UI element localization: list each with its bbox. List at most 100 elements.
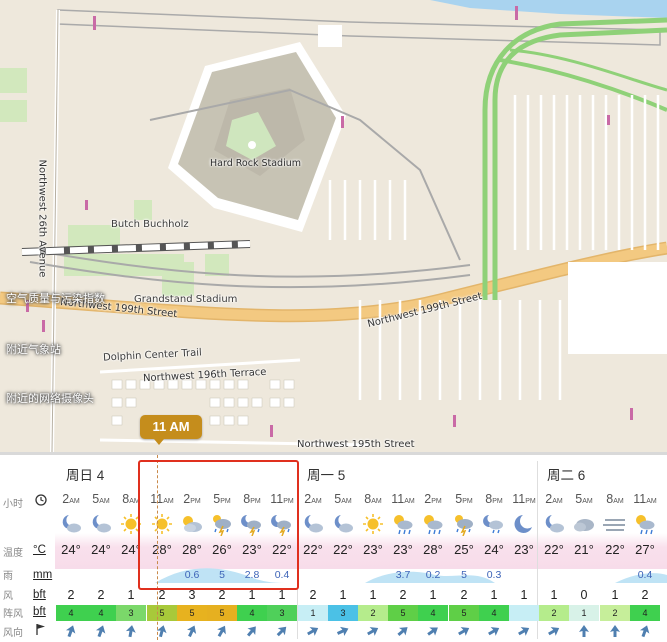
wind-direction-arrow-icon [56,623,86,639]
temperature-value: 24° [61,542,81,557]
hard-rock-stadium-label: Hard Rock Stadium [210,158,302,169]
air-quality-link[interactable]: 空气质量与污染指数 [6,290,105,306]
wind-value: 2 [641,588,649,602]
night-partly-cloudy-icon [298,512,328,536]
temperature-value: 21° [574,542,594,557]
hour-row-label: 小时 [3,499,23,510]
nw-26th-avenue-label: Northwest 26th Avenue [36,159,48,278]
gust-value: 4 [630,605,660,621]
gust-unit[interactable]: bft [33,606,46,618]
wind-direction-arrow-icon [358,623,388,639]
nw-195th-street-label: Northwest 195th Street [297,439,415,450]
day-label-monday: 周一 5 [307,468,346,483]
wind-direction-arrow-icon [207,623,237,639]
rain-value: 0.4 [637,569,653,581]
sun-rain-icon [418,512,448,536]
hour-period: PM [431,498,442,505]
temperature-value: 28° [423,542,443,557]
wind-direction-arrow-icon [630,623,660,639]
temperature-value: 22° [605,542,625,557]
wind-direction-arrow-icon [177,623,207,639]
flag-icon [36,624,45,635]
temperature-value: 23° [393,542,413,557]
hour-label: 2AM [539,492,569,506]
wind-value: 1 [339,588,347,602]
clock-icon [35,494,47,506]
hour-label: 11AM [630,492,660,506]
wind-value: 3 [188,588,196,602]
hour-label: 8AM [358,492,388,506]
nearby-webcams-link[interactable]: 附近的网络摄像头 [6,390,94,406]
hour-number: 11 [633,492,647,506]
wind-direction-arrow-icon [86,623,116,639]
gust-value: 4 [237,605,267,621]
wind-value: 1 [490,588,498,602]
wind-direction-arrow-icon [509,623,539,639]
rain-unit[interactable]: mm [33,569,52,581]
wind-value: 2 [309,588,317,602]
night-partly-cloudy-icon [328,512,358,536]
wind-value: 2 [218,588,226,602]
wind-value: 1 [127,588,135,602]
cloudy-icon [569,512,599,536]
gust-value: 5 [449,605,479,621]
hour-period: PM [462,498,473,505]
night-rain-icon [479,512,509,536]
hour-label: 8PM [479,492,509,506]
gust-value: 2 [600,605,630,621]
hour-period: AM [552,498,563,505]
selected-time-range[interactable] [138,460,299,590]
wind-value: 1 [369,588,377,602]
night-partly-cloudy-icon [56,512,86,536]
wind-direction-arrow-icon [569,623,599,639]
wind-value: 2 [67,588,75,602]
hour-period: AM [613,498,624,505]
wind-direction-arrow-icon [449,623,479,639]
hour-period: PM [492,498,503,505]
wind-value: 1 [611,588,619,602]
hour-period: AM [99,498,110,505]
hour-period: AM [311,498,322,505]
hour-period: AM [646,498,657,505]
gust-value: 4 [418,605,448,621]
temperature-value: 24° [484,542,504,557]
hour-period: AM [371,498,382,505]
gust-value: 4 [56,605,86,621]
hour-label: 5AM [86,492,116,506]
wind-direction-arrow-icon [237,623,267,639]
temp-unit[interactable]: °C [33,544,46,556]
wind-value: 1 [550,588,558,602]
sunny-icon [358,512,388,536]
gust-value: 1 [298,605,328,621]
wind-direction-arrow-icon [328,623,358,639]
forecast-panel: 周日 4 周一 5 周二 6 小时 温度 °C 雨 mm 风 bft 阵风 bf… [0,452,667,642]
wind-direction-arrow-icon [388,623,418,639]
wind-value: 2 [399,588,407,602]
wind-value: 2 [158,588,166,602]
wind-row-label: 风 [3,591,13,602]
night-partly-cloudy-icon [86,512,116,536]
wind-direction-arrow-icon [267,623,297,639]
wind-direction-arrow-icon [539,623,569,639]
gust-value: 5 [207,605,237,621]
sun-rain-icon [630,512,660,536]
rain-value: 0.2 [425,569,441,581]
wind-direction-arrow-icon [147,623,177,639]
rain-row-label: 雨 [3,571,13,582]
day-label-tuesday: 周二 6 [547,468,586,483]
map-view[interactable]: Hard Rock Stadium Butch Buchholz Grandst… [0,0,667,452]
hour-period: AM [341,498,352,505]
wind-value: 2 [460,588,468,602]
hour-label: 11PM [509,492,539,506]
sun-rain-icon [388,512,418,536]
wind-unit[interactable]: bft [33,589,46,601]
hour-period: AM [69,498,80,505]
hour-label: 8AM [600,492,630,506]
rain-value: 0.3 [486,569,502,581]
wind-direction-arrow-icon [298,623,328,639]
hour-label: 2PM [418,492,448,506]
time-marker[interactable]: 11 AM [140,415,202,445]
hour-number: 11 [512,492,526,506]
nearby-weather-stations-link[interactable]: 附近气象站 [6,341,61,357]
hour-period: PM [525,498,536,505]
